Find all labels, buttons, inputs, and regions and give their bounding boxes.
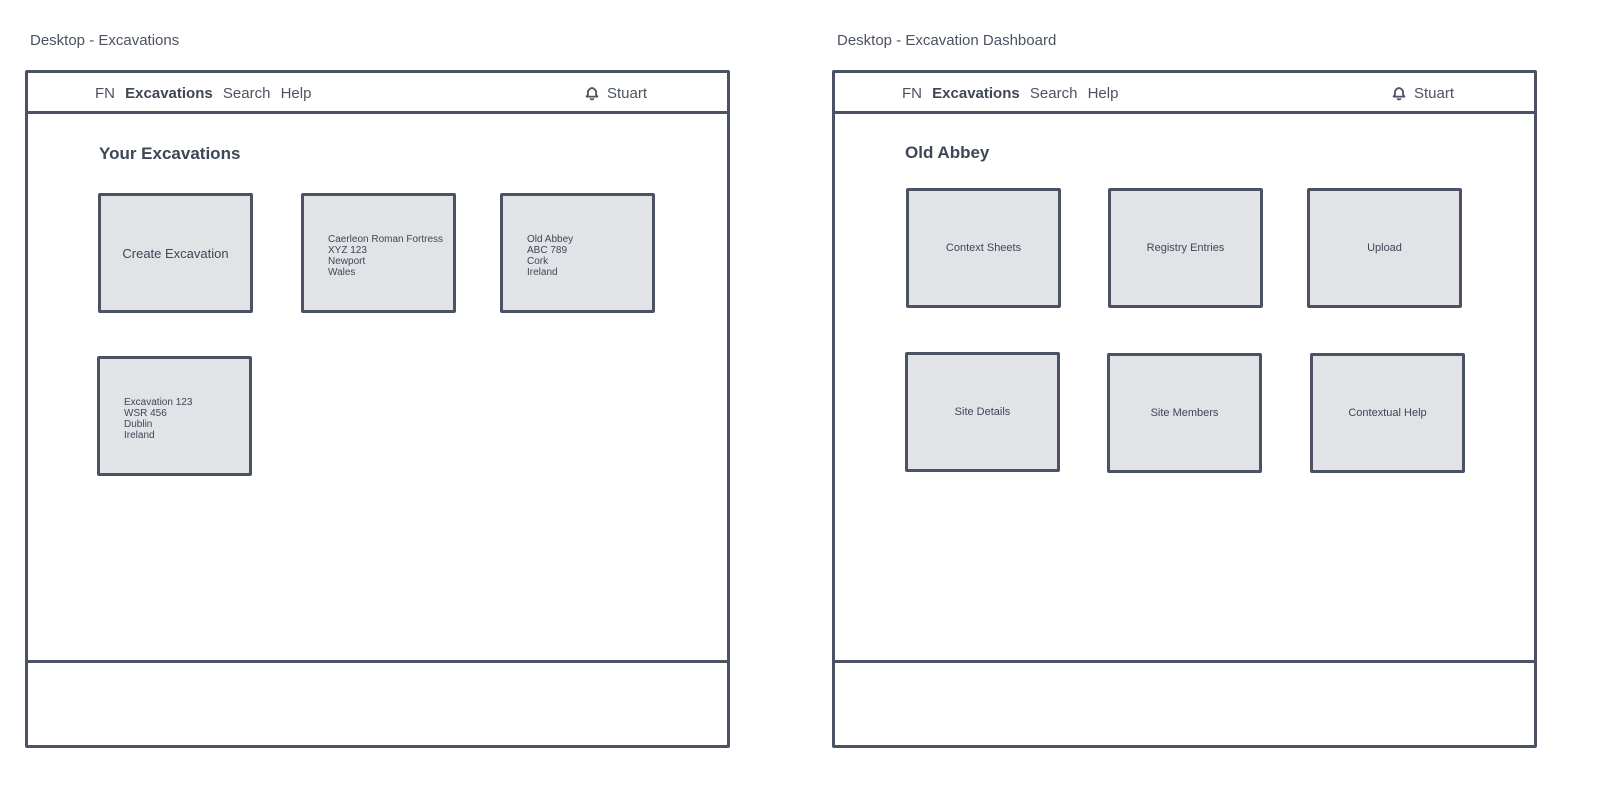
footer bbox=[835, 660, 1534, 745]
excavation-card[interactable]: Excavation 123 WSR 456 Dublin Ireland bbox=[97, 356, 252, 476]
excavation-name: Old Abbey bbox=[527, 234, 574, 245]
excavation-city: Cork bbox=[527, 256, 549, 267]
top-nav: FN Excavations Search Help Stuart bbox=[835, 73, 1534, 114]
tile-label: Contextual Help bbox=[1348, 407, 1427, 419]
top-nav: FN Excavations Search Help Stuart bbox=[28, 73, 727, 114]
excavation-code: XYZ 123 bbox=[328, 245, 367, 256]
footer bbox=[28, 660, 727, 745]
create-excavation-label: Create Excavation bbox=[122, 245, 229, 261]
excavation-country: Ireland bbox=[124, 430, 155, 441]
user-name[interactable]: Stuart bbox=[1414, 85, 1454, 102]
tile-label: Registry Entries bbox=[1146, 242, 1225, 254]
tile-registry-entries[interactable]: Registry Entries bbox=[1108, 188, 1263, 308]
tile-site-members[interactable]: Site Members bbox=[1107, 353, 1262, 473]
excavations-wireframe: FN Excavations Search Help Stuart Your E… bbox=[25, 70, 730, 748]
page-title: Your Excavations bbox=[99, 144, 241, 163]
frame-label-dashboard: Desktop - Excavation Dashboard bbox=[837, 32, 1057, 49]
excavation-name: Excavation 123 bbox=[124, 397, 193, 408]
tile-context-sheets[interactable]: Context Sheets bbox=[906, 188, 1061, 308]
excavation-country: Wales bbox=[328, 267, 356, 278]
tile-label: Site Members bbox=[1150, 407, 1219, 419]
nav-link-excavations[interactable]: Excavations bbox=[932, 85, 1020, 102]
tile-contextual-help[interactable]: Contextual Help bbox=[1310, 353, 1465, 473]
excavation-code: ABC 789 bbox=[527, 245, 568, 256]
tile-site-details[interactable]: Site Details bbox=[905, 352, 1060, 472]
page-title: Old Abbey bbox=[905, 143, 990, 162]
brand-logo[interactable]: FN bbox=[95, 85, 115, 102]
tile-label: Upload bbox=[1367, 242, 1402, 254]
nav-link-help[interactable]: Help bbox=[281, 85, 312, 102]
tile-upload[interactable]: Upload bbox=[1307, 188, 1462, 308]
excavation-name: Caerleon Roman Fortress bbox=[328, 234, 444, 245]
nav-link-search[interactable]: Search bbox=[223, 85, 271, 102]
excavation-country: Ireland bbox=[527, 267, 558, 278]
bell-icon[interactable] bbox=[583, 84, 601, 102]
excavation-city: Dublin bbox=[124, 419, 153, 430]
user-name[interactable]: Stuart bbox=[607, 85, 647, 102]
excavation-code: WSR 456 bbox=[124, 408, 167, 419]
brand-logo[interactable]: FN bbox=[902, 85, 922, 102]
bell-icon[interactable] bbox=[1390, 84, 1408, 102]
tile-label: Context Sheets bbox=[945, 242, 1022, 254]
tile-label: Site Details bbox=[954, 406, 1011, 418]
excavation-card[interactable]: Old Abbey ABC 789 Cork Ireland bbox=[500, 193, 655, 313]
frame-label-excavations: Desktop - Excavations bbox=[30, 32, 180, 49]
dashboard-wireframe: FN Excavations Search Help Stuart Old Ab… bbox=[832, 70, 1537, 748]
nav-link-excavations[interactable]: Excavations bbox=[125, 85, 213, 102]
excavation-card[interactable]: Caerleon Roman Fortress XYZ 123 Newport … bbox=[301, 193, 456, 313]
excavation-city: Newport bbox=[328, 256, 366, 267]
nav-link-help[interactable]: Help bbox=[1088, 85, 1119, 102]
create-excavation-button[interactable]: Create Excavation bbox=[98, 193, 253, 313]
nav-link-search[interactable]: Search bbox=[1030, 85, 1078, 102]
